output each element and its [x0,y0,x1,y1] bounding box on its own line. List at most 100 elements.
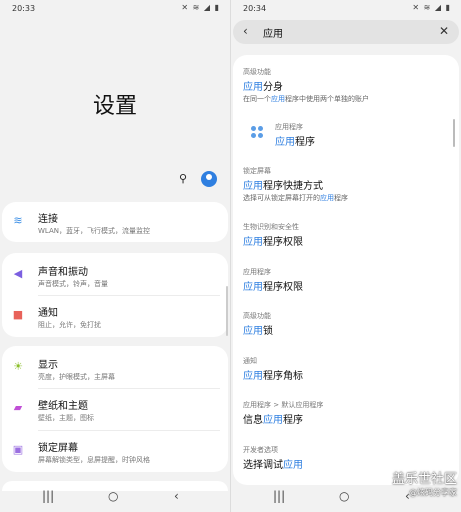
result-title: 应用程序 [275,133,315,148]
display-icon: ☀ [13,360,23,373]
result-desc-post: 程序 [334,194,348,202]
result-description: 在同一个应用程序中使用两个单独的账户 [243,94,369,104]
result-item[interactable]: 应用程序 应用程序权限 [233,267,459,295]
search-bar: ‹ 应用 ✕ [233,20,459,44]
result-category: 高级功能 [243,68,271,76]
result-title-rest: 程序快捷方式 [263,181,323,192]
result-title-match: 应用 [243,237,263,248]
watermark: 盖乐世社区 @炫码分享家 [392,468,457,498]
result-desc-pre: 在同一个 [243,95,271,103]
scrollbar[interactable] [226,286,228,336]
settings-item-subtitle: 声音模式，铃声，音量 [38,280,108,288]
result-title-match: 应用 [263,415,283,426]
search-input[interactable]: 应用 [263,25,283,40]
settings-card-display: ☀ 显示 亮度，护眼模式，主屏幕 ▰ 壁纸和主题 壁纸，主题，图标 ▣ 锁定屏幕… [2,346,228,472]
status-bar: 20:34 ✕ ≋ ◢ ▮ [231,0,461,16]
result-category: 开发者选项 [243,446,278,454]
result-category: 通知 [243,357,257,365]
result-item[interactable]: 通知 应用程序角标 [233,356,459,384]
search-icon[interactable]: ⚲ [179,172,187,185]
status-icons: ✕ ≋ ◢ ▮ [412,3,451,12]
result-title-pre: 信息 [243,415,263,426]
result-title: 应用程序快捷方式 [243,177,323,192]
result-title: 应用锁 [243,322,273,337]
settings-card-sound-notifications: ◀ 声音和振动 声音模式，铃声，音量 ■ 通知 阻止，允许，免打扰 [2,253,228,337]
lock-screen-icon: ▣ [12,443,24,456]
home-icon[interactable]: ○ [108,489,118,503]
result-category: 应用程序 [275,123,303,131]
settings-item-connections[interactable]: ≋ 连接 WLAN，蓝牙，飞行模式，流量监控 [2,202,228,242]
settings-item-notifications[interactable]: ■ 通知 阻止，允许，免打扰 [2,296,228,336]
settings-item-title: 声音和振动 [38,267,88,278]
result-item[interactable]: 高级功能 应用锁 [233,311,459,339]
result-title-match: 应用 [243,82,263,93]
result-title-match: 应用 [243,326,263,337]
page-title: 设置 [92,94,137,119]
result-title: 应用程序权限 [243,233,303,248]
result-desc-match: 应用 [271,95,285,103]
result-title: 应用分身 [243,78,283,93]
settings-item-title: 壁纸和主题 [38,401,88,412]
settings-item-title: 锁定屏幕 [38,443,78,454]
settings-item-wallpaper[interactable]: ▰ 壁纸和主题 壁纸，主题，图标 [2,389,228,429]
settings-item-title: 显示 [38,360,58,371]
settings-card-connections: ≋ 连接 WLAN，蓝牙，飞行模式，流量监控 [2,202,228,242]
result-title: 选择调试应用 [243,456,303,471]
result-desc-match: 应用 [320,194,334,202]
wifi-icon: ≋ [13,214,23,227]
result-title-rest: 程序权限 [263,282,303,293]
result-title-rest: 程序角标 [263,371,303,382]
result-title-pre: 选择调试 [243,460,283,471]
back-icon[interactable]: ‹ [174,489,179,503]
settings-item-subtitle: 亮度，护眼模式，主屏幕 [38,373,115,381]
result-title: 信息应用程序 [243,411,303,426]
settings-item-lock-screen[interactable]: ▣ 锁定屏幕 屏幕解锁类型，息屏提醒，时钟风格 [2,431,228,471]
status-icons: ✕ ≋ ◢ ▮ [181,3,220,12]
result-category: 锁定屏幕 [243,167,271,175]
settings-screen: 20:33 ✕ ≋ ◢ ▮ 设置 ⚲ ≋ 连接 WLAN，蓝牙，飞行模式，流量监… [0,0,230,512]
apps-icon [251,126,263,138]
clear-icon[interactable]: ✕ [439,24,449,38]
result-title-match: 应用 [243,282,263,293]
result-item[interactable]: 锁定屏幕 应用程序快捷方式 选择可从锁定屏幕打开的应用程序 [233,166,459,204]
settings-item-subtitle: 屏幕解锁类型，息屏提醒，时钟风格 [38,456,150,464]
recent-apps-icon[interactable]: ||| [273,489,285,503]
home-icon[interactable]: ○ [339,489,349,503]
result-category: 高级功能 [243,312,271,320]
settings-item-subtitle: WLAN，蓝牙，飞行模式，流量监控 [38,227,151,235]
result-title-match: 应用 [243,181,263,192]
navigation-bar: ||| ○ ‹ [0,482,230,512]
recent-apps-icon[interactable]: ||| [42,489,54,503]
result-title-rest: 锁 [263,326,273,337]
result-title-match: 应用 [243,371,263,382]
result-item[interactable]: 高级功能 应用分身 在同一个应用程序中使用两个单独的账户 [233,67,459,105]
result-title-rest: 程序权限 [263,237,303,248]
result-item[interactable]: 生物识别和安全性 应用程序权限 [233,222,459,250]
status-bar: 20:33 ✕ ≋ ◢ ▮ [0,0,230,16]
result-item[interactable]: 应用程序 > 默认应用程序 信息应用程序 [233,400,459,428]
result-item[interactable]: 应用程序 应用程序 [233,122,459,152]
result-desc-post: 程序中使用两个单独的账户 [285,95,369,103]
search-screen: 20:34 ✕ ≋ ◢ ▮ ‹ 应用 ✕ 高级功能 应用分身 在同一个应用程序中… [231,0,461,512]
result-category: 应用程序 [243,268,271,276]
status-time: 20:33 [12,4,36,13]
settings-item-title: 通知 [38,308,58,319]
result-title: 应用程序角标 [243,367,303,382]
settings-item-subtitle: 壁纸，主题，图标 [38,414,94,422]
result-category: 生物识别和安全性 [243,223,299,231]
result-description: 选择可从锁定屏幕打开的应用程序 [243,193,348,203]
result-category: 应用程序 > 默认应用程序 [243,401,324,409]
watermark-author: @炫码分享家 [409,488,457,497]
watermark-title: 盖乐世社区 [391,472,457,487]
settings-item-display[interactable]: ☀ 显示 亮度，护眼模式，主屏幕 [2,348,228,388]
result-title-rest: 程序 [295,137,315,148]
result-title-match: 应用 [275,137,295,148]
result-title: 应用程序权限 [243,278,303,293]
settings-item-sound[interactable]: ◀ 声音和振动 声音模式，铃声，音量 [2,255,228,295]
result-title-match: 应用 [283,460,303,471]
back-arrow-icon[interactable]: ‹ [243,24,248,38]
search-results: 高级功能 应用分身 在同一个应用程序中使用两个单独的账户 应用程序 应用程序 锁… [233,55,459,485]
account-avatar-icon[interactable] [201,171,217,187]
notification-icon: ■ [12,308,24,321]
status-time: 20:34 [243,4,267,13]
